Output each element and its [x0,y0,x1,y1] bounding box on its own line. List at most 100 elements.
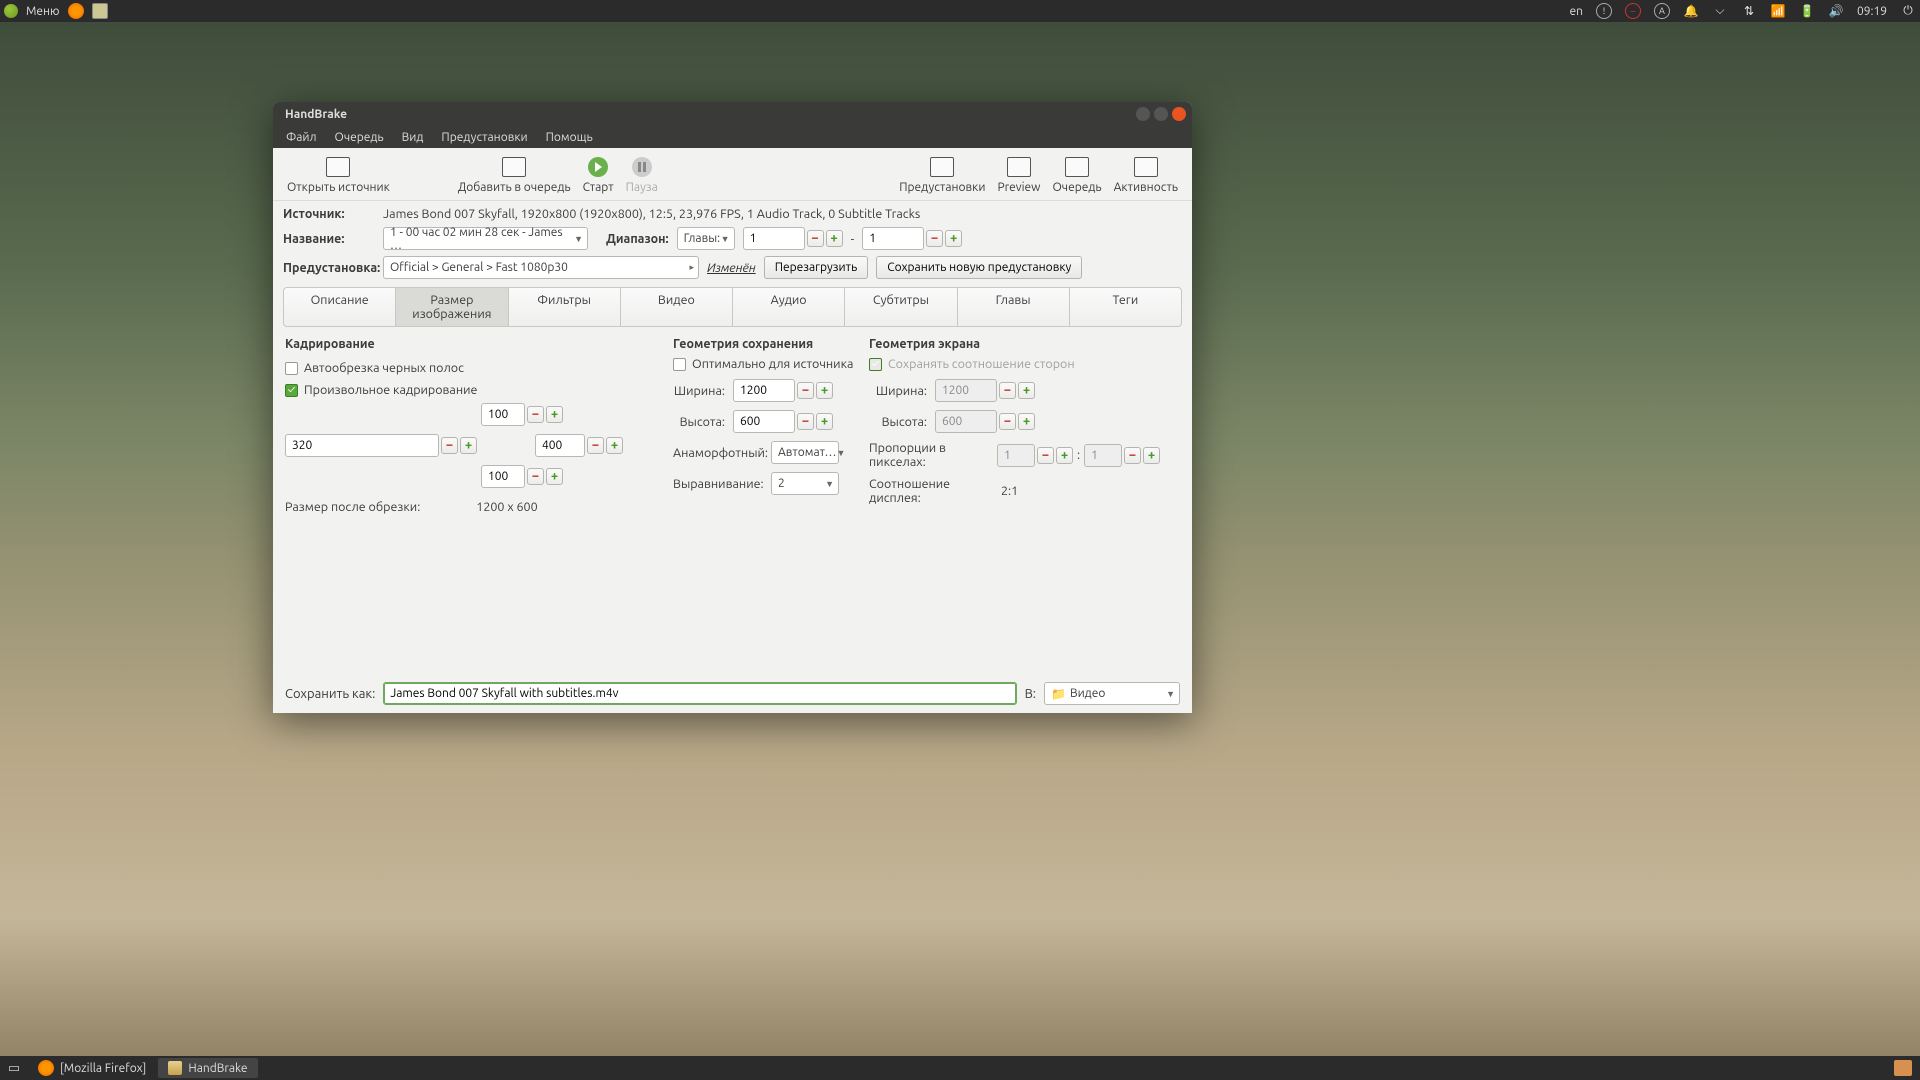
storage-height-spinner[interactable]: −+ [733,410,833,433]
crop-left-spinner[interactable]: −+ [285,434,477,457]
minus-icon[interactable]: − [807,230,824,247]
minus-icon[interactable]: − [527,406,544,423]
presets-button[interactable]: Предустановки [893,154,991,196]
save-new-preset-button[interactable]: Сохранить новую предустановку [876,256,1082,279]
status-icon-2[interactable]: – [1625,3,1641,19]
volume-icon[interactable]: 🔊 [1828,3,1844,19]
plus-icon[interactable]: + [460,437,477,454]
plus-icon[interactable]: + [945,230,962,247]
queue-button[interactable]: Очередь [1047,154,1108,196]
title-select[interactable]: 1 - 00 час 02 мин 28 сек - James …▼ [383,227,588,250]
plus-icon[interactable]: + [816,413,833,430]
activity-icon [1134,157,1158,177]
tab-subtitles[interactable]: Субтитры [845,288,957,326]
chevron-down-icon: ▼ [1166,689,1175,699]
tab-video[interactable]: Видео [621,288,733,326]
keyboard-layout-indicator[interactable]: en [1569,5,1582,18]
status-icon-1[interactable]: ! [1596,3,1612,19]
plus-icon[interactable]: + [816,382,833,399]
anamorphic-select[interactable]: Автомат…▼ [771,441,839,464]
window-minimize-button[interactable] [1136,107,1150,121]
toolbar: Открыть источник Добавить в очередь Стар… [273,148,1192,201]
menu-presets[interactable]: Предустановки [432,128,536,147]
menu-button[interactable]: Меню [26,5,60,18]
bluetooth-icon[interactable]: ⌵ [1712,3,1728,19]
battery-icon[interactable]: 🔋 [1799,3,1815,19]
firefox-icon [38,1060,54,1076]
menu-view[interactable]: Вид [393,128,433,147]
optimal-for-source-checkbox[interactable]: Оптимально для источника [673,357,869,371]
source-value: James Bond 007 Skyfall, 1920x800 (1920x8… [383,207,920,221]
window-close-button[interactable] [1172,107,1186,121]
window-titlebar[interactable]: HandBrake [273,102,1192,126]
clock[interactable]: 09:19 [1857,5,1887,18]
pause-button: Пауза [620,154,664,196]
storage-width-input[interactable] [733,379,795,402]
minus-icon[interactable]: − [797,382,814,399]
network-icon[interactable]: ⇅ [1741,3,1757,19]
storage-width-spinner[interactable]: −+ [733,379,833,402]
plus-icon[interactable]: + [546,468,563,485]
status-icon-3[interactable]: A [1654,3,1670,19]
tab-filters[interactable]: Фильтры [509,288,621,326]
save-as-input[interactable] [383,682,1016,705]
storage-height-input[interactable] [733,410,795,433]
crop-top-spinner[interactable]: −+ [481,403,563,426]
checkbox-checked-icon: ✓ [869,358,882,371]
minus-icon[interactable]: − [527,468,544,485]
activity-button[interactable]: Активность [1108,154,1184,196]
alignment-select[interactable]: 2▼ [771,472,839,495]
range-mode-select[interactable]: Главы:▼ [677,227,735,250]
firefox-launcher-icon[interactable] [68,3,84,19]
menu-queue[interactable]: Очередь [326,128,393,147]
minus-icon: − [1124,447,1141,464]
crop-top-input[interactable] [481,403,525,426]
crop-right-input[interactable] [535,434,585,457]
window-maximize-button[interactable] [1154,107,1168,121]
file-manager-launcher-icon[interactable] [92,3,108,19]
chapter-to-input[interactable] [862,227,924,250]
display-width-spinner: −+ [935,379,1035,402]
plus-icon: + [1018,413,1035,430]
open-source-button[interactable]: Открыть источник [281,154,396,196]
start-button[interactable]: Старт [577,154,620,196]
plus-icon[interactable]: + [546,406,563,423]
menu-file[interactable]: Файл [277,128,326,147]
wifi-icon[interactable]: 📶 [1770,3,1786,19]
tab-picture-size[interactable]: Размер изображения [396,288,508,326]
tab-description[interactable]: Описание [284,288,396,326]
add-to-queue-button[interactable]: Добавить в очередь [452,154,577,196]
destination-select[interactable]: 📁 Видео▼ [1044,682,1180,705]
custom-crop-checkbox[interactable]: ✓Произвольное кадрирование [285,383,673,397]
autocrop-checkbox[interactable]: Автообрезка черных полос [285,361,673,375]
tab-chapters[interactable]: Главы [958,288,1070,326]
distro-logo-icon[interactable] [4,4,18,18]
minus-icon[interactable]: − [587,437,604,454]
reload-preset-button[interactable]: Перезагрузить [764,256,869,279]
tab-audio[interactable]: Аудио [733,288,845,326]
taskbar-handbrake[interactable]: HandBrake [158,1058,257,1078]
chapter-to-spinner[interactable]: −+ [862,227,962,250]
minus-icon[interactable]: − [797,413,814,430]
crop-right-spinner[interactable]: −+ [535,434,623,457]
chapter-from-spinner[interactable]: −+ [743,227,843,250]
show-desktop-icon[interactable]: ▭ [6,1060,22,1076]
taskbar-firefox[interactable]: [Mozilla Firefox] [28,1058,156,1078]
chapter-from-input[interactable] [743,227,805,250]
tray-icon[interactable] [1894,1060,1912,1076]
par-a-input [997,444,1035,467]
preview-button[interactable]: Preview [991,154,1046,196]
minus-icon[interactable]: − [441,437,458,454]
crop-left-input[interactable] [285,434,439,457]
source-label: Источник: [283,207,375,221]
plus-icon[interactable]: + [826,230,843,247]
crop-bottom-spinner[interactable]: −+ [481,465,563,488]
power-icon[interactable]: ⏻ [1900,3,1916,19]
preset-select[interactable]: Official > General > Fast 1080p30▸ [383,256,699,279]
notifications-icon[interactable]: 🔔 [1683,3,1699,19]
minus-icon[interactable]: − [926,230,943,247]
tab-tags[interactable]: Теги [1070,288,1181,326]
crop-bottom-input[interactable] [481,465,525,488]
menu-help[interactable]: Помощь [537,128,602,147]
plus-icon[interactable]: + [606,437,623,454]
